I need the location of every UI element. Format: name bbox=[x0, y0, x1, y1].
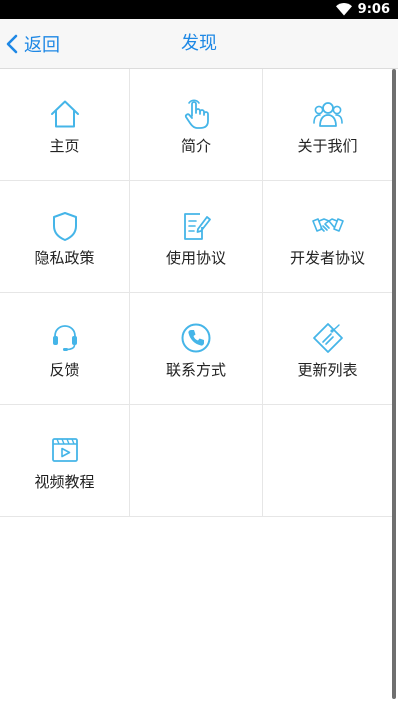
grid-row: 隐私政策 使用协议 开发者协议 bbox=[0, 181, 392, 293]
status-bar: 9:06 bbox=[0, 0, 398, 19]
empty-cell bbox=[263, 405, 392, 516]
menu-item-label: 关于我们 bbox=[297, 137, 358, 155]
edit-document-icon bbox=[179, 209, 213, 243]
menu-item-update-list[interactable]: 更新列表 bbox=[263, 293, 392, 404]
menu-item-video-tutorial[interactable]: 视频教程 bbox=[0, 405, 130, 516]
nav-bar: 发现 返回 bbox=[0, 19, 398, 69]
grid-row: 视频教程 bbox=[0, 405, 392, 517]
status-time: 9:06 bbox=[357, 2, 390, 17]
menu-item-terms-of-use[interactable]: 使用协议 bbox=[130, 181, 263, 292]
menu-item-feedback[interactable]: 反馈 bbox=[0, 293, 130, 404]
menu-item-contact[interactable]: 联系方式 bbox=[130, 293, 263, 404]
menu-item-label: 主页 bbox=[49, 137, 80, 155]
scrollbar[interactable] bbox=[392, 69, 396, 699]
video-icon bbox=[48, 433, 82, 467]
menu-item-home[interactable]: 主页 bbox=[0, 69, 130, 180]
phone-icon bbox=[179, 321, 213, 355]
pointer-hand-icon bbox=[179, 97, 213, 131]
home-icon bbox=[48, 97, 82, 131]
tag-icon bbox=[311, 321, 345, 355]
empty-cell bbox=[130, 405, 263, 516]
headset-icon bbox=[48, 321, 82, 355]
menu-item-label: 反馈 bbox=[49, 361, 80, 379]
chevron-left-icon bbox=[6, 34, 18, 53]
back-label: 返回 bbox=[24, 34, 60, 56]
menu-item-about-us[interactable]: 关于我们 bbox=[263, 69, 392, 180]
menu-grid: 主页 简介 关于我们 隐私政策 使用协议 开发者协议 反馈 联系方式 更新列表 … bbox=[0, 69, 392, 517]
grid-row: 主页 简介 关于我们 bbox=[0, 69, 392, 181]
menu-item-privacy-policy[interactable]: 隐私政策 bbox=[0, 181, 130, 292]
grid-row: 反馈 联系方式 更新列表 bbox=[0, 293, 392, 405]
menu-item-label: 使用协议 bbox=[165, 249, 226, 267]
menu-item-label: 隐私政策 bbox=[34, 249, 95, 267]
team-icon bbox=[311, 97, 345, 131]
menu-item-label: 联系方式 bbox=[165, 361, 226, 379]
handshake-icon bbox=[311, 209, 345, 243]
menu-item-label: 开发者协议 bbox=[289, 249, 365, 267]
menu-item-intro[interactable]: 简介 bbox=[130, 69, 263, 180]
wifi-icon bbox=[336, 3, 352, 16]
menu-item-label: 更新列表 bbox=[297, 361, 358, 379]
menu-item-label: 简介 bbox=[180, 137, 211, 155]
back-button[interactable]: 返回 bbox=[4, 19, 60, 68]
menu-item-label: 视频教程 bbox=[34, 473, 95, 491]
menu-item-developer-agreement[interactable]: 开发者协议 bbox=[263, 181, 392, 292]
shield-icon bbox=[48, 209, 82, 243]
